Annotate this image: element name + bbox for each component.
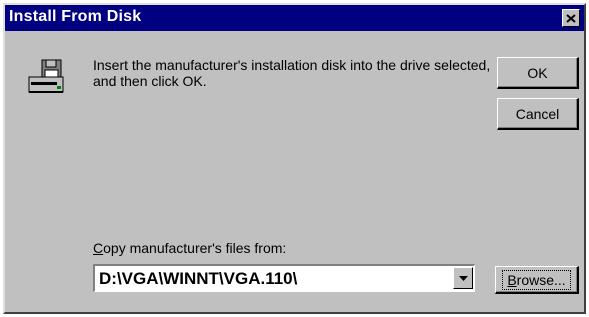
browse-button[interactable]: Browse... [495, 266, 579, 294]
copy-from-value[interactable]: D:\VGA\WINNT\VGA.110\ [99, 269, 297, 289]
browse-label-rest: rowse... [516, 271, 566, 288]
dropdown-button[interactable] [453, 267, 473, 289]
copy-from-label-rest: opy manufacturer's files from: [103, 240, 287, 256]
chevron-down-icon [458, 275, 468, 281]
title-bar[interactable]: Install From Disk [5, 5, 584, 31]
close-button[interactable] [562, 9, 580, 27]
install-from-disk-dialog: Install From Disk Insert the manufacture… [3, 3, 586, 314]
ok-button-label: OK [527, 64, 548, 81]
close-icon [566, 13, 576, 23]
floppy-drive-icon [28, 59, 64, 93]
copy-from-label-mnemonic: C [93, 240, 104, 256]
cancel-button-label: Cancel [515, 105, 560, 122]
ok-button[interactable]: OK [497, 57, 579, 89]
copy-from-combobox[interactable]: D:\VGA\WINNT\VGA.110\ [93, 264, 475, 292]
browse-label-mnemonic: B [507, 271, 517, 288]
cancel-button[interactable]: Cancel [497, 98, 579, 130]
copy-from-label: Copy manufacturer's files from: [93, 240, 286, 256]
instruction-text: Insert the manufacturer's installation d… [93, 57, 491, 89]
browse-button-label: Browse... [502, 269, 571, 290]
window-title: Install From Disk [9, 8, 142, 25]
